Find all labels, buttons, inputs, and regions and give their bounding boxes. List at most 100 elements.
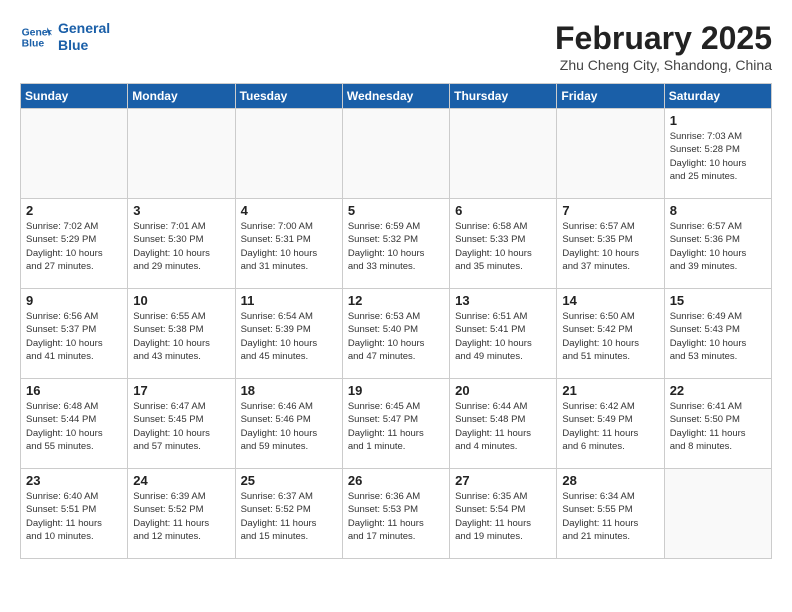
calendar-cell: 28 Sunrise: 6:34 AM Sunset: 5:55 PM Dayli… bbox=[557, 469, 664, 559]
logo-line1: General bbox=[58, 20, 110, 37]
day-info: Sunrise: 6:34 AM Sunset: 5:55 PM Dayligh… bbox=[562, 490, 658, 543]
day-info: Sunrise: 7:02 AM Sunset: 5:29 PM Dayligh… bbox=[26, 220, 122, 273]
day-number: 1 bbox=[670, 113, 766, 128]
month-title: February 2025 bbox=[555, 20, 772, 57]
day-info: Sunrise: 6:50 AM Sunset: 5:42 PM Dayligh… bbox=[562, 310, 658, 363]
calendar-cell: 6Sunrise: 6:58 AM Sunset: 5:33 PM Daylig… bbox=[450, 199, 557, 289]
day-info: Sunrise: 6:39 AM Sunset: 5:52 PM Dayligh… bbox=[133, 490, 229, 543]
svg-text:Blue: Blue bbox=[22, 38, 45, 49]
calendar-cell: 21Sunrise: 6:42 AM Sunset: 5:49 PM Dayli… bbox=[557, 379, 664, 469]
calendar-week-1: 1 Sunrise: 7:03 AM Sunset: 5:28 PM Daylig… bbox=[21, 109, 772, 199]
day-info: Sunrise: 6:48 AM Sunset: 5:44 PM Dayligh… bbox=[26, 400, 122, 453]
day-number: 7 bbox=[562, 203, 658, 218]
day-info: Sunrise: 6:45 AM Sunset: 5:47 PM Dayligh… bbox=[348, 400, 444, 453]
weekday-header-thursday: Thursday bbox=[450, 84, 557, 109]
day-number: 24 bbox=[133, 473, 229, 488]
calendar-cell: 17 Sunrise: 6:47 AM Sunset: 5:45 PM Dayli… bbox=[128, 379, 235, 469]
calendar-cell: 9Sunrise: 6:56 AM Sunset: 5:37 PM Daylig… bbox=[21, 289, 128, 379]
logo-icon: General Blue bbox=[20, 21, 52, 53]
day-number: 6 bbox=[455, 203, 551, 218]
day-info: Sunrise: 6:36 AM Sunset: 5:53 PM Dayligh… bbox=[348, 490, 444, 543]
calendar-cell: 4 Sunrise: 7:00 AM Sunset: 5:31 PM Daylig… bbox=[235, 199, 342, 289]
calendar-cell: 24 Sunrise: 6:39 AM Sunset: 5:52 PM Dayli… bbox=[128, 469, 235, 559]
day-number: 16 bbox=[26, 383, 122, 398]
day-number: 26 bbox=[348, 473, 444, 488]
calendar-cell: 25 Sunrise: 6:37 AM Sunset: 5:52 PM Dayli… bbox=[235, 469, 342, 559]
day-number: 8 bbox=[670, 203, 766, 218]
calendar-cell: 20 Sunrise: 6:44 AM Sunset: 5:48 PM Dayli… bbox=[450, 379, 557, 469]
day-number: 18 bbox=[241, 383, 337, 398]
weekday-header-monday: Monday bbox=[128, 84, 235, 109]
day-number: 23 bbox=[26, 473, 122, 488]
calendar-cell: 13 Sunrise: 6:51 AM Sunset: 5:41 PM Dayli… bbox=[450, 289, 557, 379]
calendar-cell bbox=[21, 109, 128, 199]
calendar-cell bbox=[342, 109, 449, 199]
day-number: 21 bbox=[562, 383, 658, 398]
calendar-cell: 15Sunrise: 6:49 AM Sunset: 5:43 PM Dayli… bbox=[664, 289, 771, 379]
calendar-cell bbox=[557, 109, 664, 199]
calendar-week-4: 16 Sunrise: 6:48 AM Sunset: 5:44 PM Dayli… bbox=[21, 379, 772, 469]
day-number: 28 bbox=[562, 473, 658, 488]
weekday-header-tuesday: Tuesday bbox=[235, 84, 342, 109]
day-number: 19 bbox=[348, 383, 444, 398]
day-number: 27 bbox=[455, 473, 551, 488]
calendar-cell: 5 Sunrise: 6:59 AM Sunset: 5:32 PM Daylig… bbox=[342, 199, 449, 289]
day-info: Sunrise: 6:59 AM Sunset: 5:32 PM Dayligh… bbox=[348, 220, 444, 273]
day-info: Sunrise: 6:35 AM Sunset: 5:54 PM Dayligh… bbox=[455, 490, 551, 543]
page-header: General Blue General Blue February 2025 … bbox=[20, 20, 772, 73]
day-info: Sunrise: 6:51 AM Sunset: 5:41 PM Dayligh… bbox=[455, 310, 551, 363]
day-number: 12 bbox=[348, 293, 444, 308]
day-info: Sunrise: 6:53 AM Sunset: 5:40 PM Dayligh… bbox=[348, 310, 444, 363]
calendar-header-row: SundayMondayTuesdayWednesdayThursdayFrid… bbox=[21, 84, 772, 109]
calendar-week-2: 2 Sunrise: 7:02 AM Sunset: 5:29 PM Daylig… bbox=[21, 199, 772, 289]
weekday-header-saturday: Saturday bbox=[664, 84, 771, 109]
weekday-header-friday: Friday bbox=[557, 84, 664, 109]
day-info: Sunrise: 6:44 AM Sunset: 5:48 PM Dayligh… bbox=[455, 400, 551, 453]
day-info: Sunrise: 6:54 AM Sunset: 5:39 PM Dayligh… bbox=[241, 310, 337, 363]
day-number: 9 bbox=[26, 293, 122, 308]
calendar-cell: 19 Sunrise: 6:45 AM Sunset: 5:47 PM Dayli… bbox=[342, 379, 449, 469]
calendar-cell: 10Sunrise: 6:55 AM Sunset: 5:38 PM Dayli… bbox=[128, 289, 235, 379]
weekday-header-wednesday: Wednesday bbox=[342, 84, 449, 109]
day-info: Sunrise: 7:03 AM Sunset: 5:28 PM Dayligh… bbox=[670, 130, 766, 183]
day-number: 15 bbox=[670, 293, 766, 308]
day-number: 25 bbox=[241, 473, 337, 488]
logo-line2: Blue bbox=[58, 37, 110, 54]
calendar-cell: 18 Sunrise: 6:46 AM Sunset: 5:46 PM Dayli… bbox=[235, 379, 342, 469]
calendar-cell bbox=[664, 469, 771, 559]
calendar-cell: 2 Sunrise: 7:02 AM Sunset: 5:29 PM Daylig… bbox=[21, 199, 128, 289]
day-info: Sunrise: 6:41 AM Sunset: 5:50 PM Dayligh… bbox=[670, 400, 766, 453]
day-number: 22 bbox=[670, 383, 766, 398]
logo: General Blue General Blue bbox=[20, 20, 110, 54]
calendar-table: SundayMondayTuesdayWednesdayThursdayFrid… bbox=[20, 83, 772, 559]
day-info: Sunrise: 6:55 AM Sunset: 5:38 PM Dayligh… bbox=[133, 310, 229, 363]
day-number: 14 bbox=[562, 293, 658, 308]
calendar-cell: 14 Sunrise: 6:50 AM Sunset: 5:42 PM Dayli… bbox=[557, 289, 664, 379]
day-number: 20 bbox=[455, 383, 551, 398]
calendar-cell: 8 Sunrise: 6:57 AM Sunset: 5:36 PM Daylig… bbox=[664, 199, 771, 289]
day-number: 17 bbox=[133, 383, 229, 398]
day-info: Sunrise: 7:01 AM Sunset: 5:30 PM Dayligh… bbox=[133, 220, 229, 273]
day-number: 13 bbox=[455, 293, 551, 308]
day-info: Sunrise: 6:57 AM Sunset: 5:36 PM Dayligh… bbox=[670, 220, 766, 273]
day-number: 2 bbox=[26, 203, 122, 218]
calendar-cell bbox=[128, 109, 235, 199]
calendar-cell: 12 Sunrise: 6:53 AM Sunset: 5:40 PM Dayli… bbox=[342, 289, 449, 379]
calendar-cell: 22 Sunrise: 6:41 AM Sunset: 5:50 PM Dayli… bbox=[664, 379, 771, 469]
calendar-week-5: 23 Sunrise: 6:40 AM Sunset: 5:51 PM Dayli… bbox=[21, 469, 772, 559]
calendar-cell: 3Sunrise: 7:01 AM Sunset: 5:30 PM Daylig… bbox=[128, 199, 235, 289]
day-info: Sunrise: 6:47 AM Sunset: 5:45 PM Dayligh… bbox=[133, 400, 229, 453]
day-info: Sunrise: 6:37 AM Sunset: 5:52 PM Dayligh… bbox=[241, 490, 337, 543]
day-number: 5 bbox=[348, 203, 444, 218]
weekday-header-sunday: Sunday bbox=[21, 84, 128, 109]
day-info: Sunrise: 7:00 AM Sunset: 5:31 PM Dayligh… bbox=[241, 220, 337, 273]
calendar-cell: 11Sunrise: 6:54 AM Sunset: 5:39 PM Dayli… bbox=[235, 289, 342, 379]
calendar-cell bbox=[235, 109, 342, 199]
calendar-week-3: 9Sunrise: 6:56 AM Sunset: 5:37 PM Daylig… bbox=[21, 289, 772, 379]
calendar-cell: 1 Sunrise: 7:03 AM Sunset: 5:28 PM Daylig… bbox=[664, 109, 771, 199]
day-number: 4 bbox=[241, 203, 337, 218]
calendar-cell bbox=[450, 109, 557, 199]
calendar-cell: 23 Sunrise: 6:40 AM Sunset: 5:51 PM Dayli… bbox=[21, 469, 128, 559]
day-info: Sunrise: 6:46 AM Sunset: 5:46 PM Dayligh… bbox=[241, 400, 337, 453]
day-info: Sunrise: 6:40 AM Sunset: 5:51 PM Dayligh… bbox=[26, 490, 122, 543]
